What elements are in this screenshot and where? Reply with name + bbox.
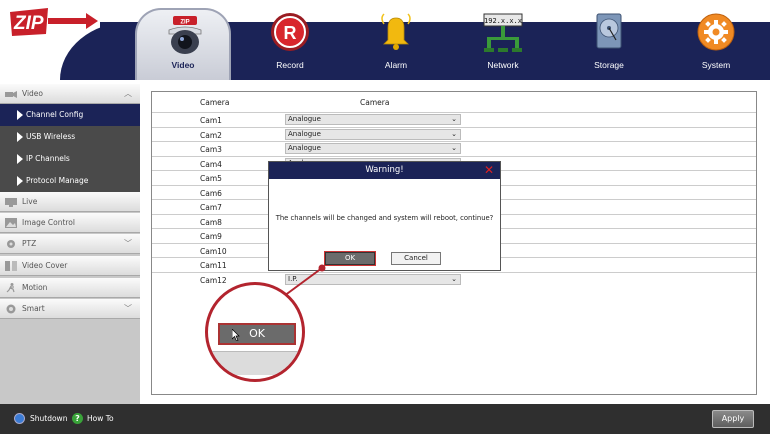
callout-connector — [283, 264, 326, 297]
footer-bar: Shutdown ? How To Apply — [0, 404, 770, 434]
magnified-background-band — [208, 351, 302, 375]
shutdown-label[interactable]: Shutdown — [30, 414, 67, 423]
magnified-ok-button: OK — [218, 323, 296, 345]
how-to-label[interactable]: How To — [87, 414, 114, 423]
help-icon[interactable]: ? — [72, 413, 83, 424]
apply-button[interactable]: Apply — [712, 410, 754, 428]
mouse-cursor-icon — [232, 329, 240, 341]
magnified-callout: OK — [205, 282, 305, 382]
power-icon[interactable] — [14, 413, 25, 424]
dvr-settings-screen: ZIP ZIP Video R Record Alarm 192.x.x.x N… — [0, 0, 770, 434]
